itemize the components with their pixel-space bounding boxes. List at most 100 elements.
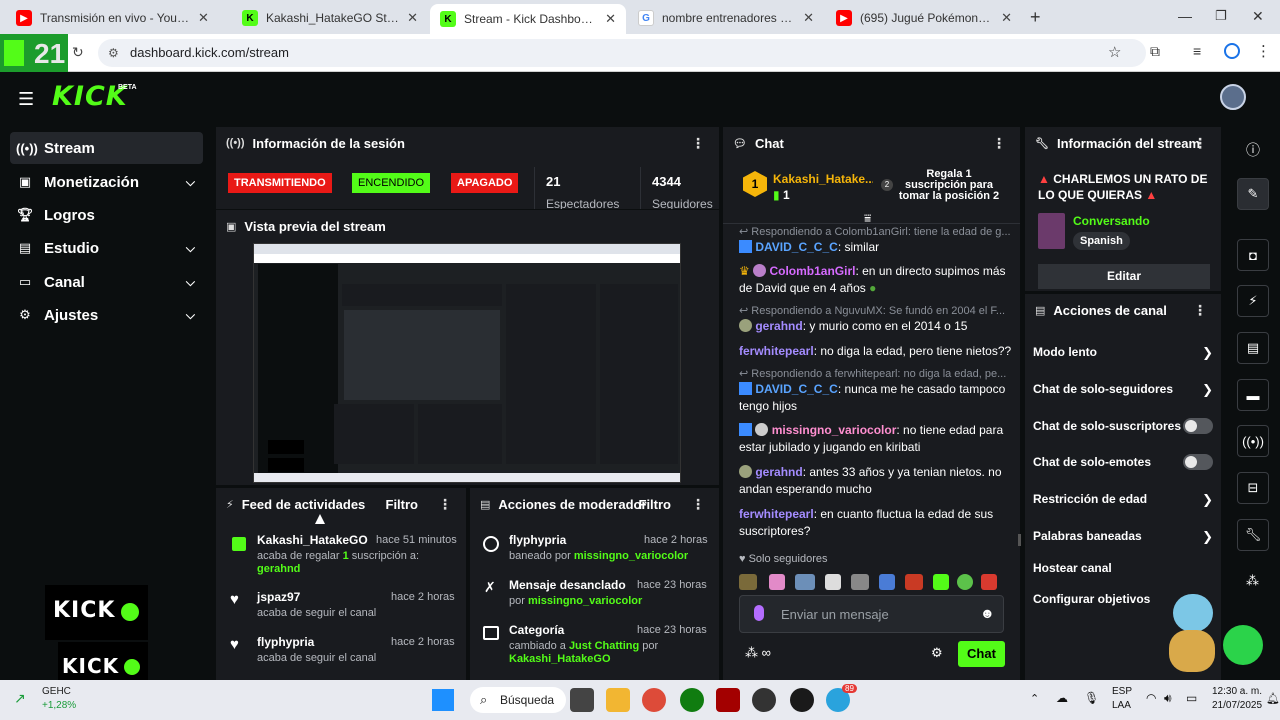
feed-user[interactable]: flyphypria <box>257 635 314 649</box>
edit-pencil-icon[interactable]: ✎ <box>1237 178 1269 210</box>
notes-icon[interactable]: ▤ <box>1237 332 1269 364</box>
action-host-channel[interactable]: Hostear canal <box>1033 561 1213 575</box>
more-options-icon[interactable]: ⋮ <box>691 135 705 152</box>
edit-stream-button[interactable]: Editar <box>1038 264 1210 289</box>
chevron-right-icon: ❯ <box>1202 382 1213 397</box>
notifications-icon[interactable]: 🔔︎ <box>1266 692 1280 705</box>
window-close-button[interactable]: ✕ <box>1252 8 1264 25</box>
subscribers-only-toggle[interactable] <box>1183 418 1213 434</box>
maximize-button[interactable]: ❐ <box>1215 8 1227 24</box>
file-explorer-icon[interactable] <box>606 688 630 712</box>
volume-icon[interactable]: 🔊︎ <box>1164 691 1172 706</box>
app-icon[interactable] <box>752 688 776 712</box>
sidebar-item-stream[interactable]: ((•)) Stream <box>10 132 203 164</box>
battery-icon[interactable]: ▭ <box>1186 691 1197 705</box>
site-info-icon[interactable]: ⚙ <box>108 39 119 67</box>
layout-icon[interactable]: ⊟ <box>1237 472 1269 504</box>
stream-category[interactable]: Conversando <box>1073 214 1150 228</box>
media-player-icon[interactable] <box>790 688 814 712</box>
top-gifter-name[interactable]: Kakashi_Hatake... <box>773 172 873 186</box>
bookmark-star-icon[interactable]: ☆ <box>1108 43 1121 61</box>
microphone-icon[interactable] <box>754 605 764 621</box>
xbox-icon[interactable] <box>680 688 704 712</box>
feed-filter-button[interactable]: Filtro <box>386 497 419 512</box>
feed-target-user[interactable]: gerahnd <box>257 563 300 575</box>
verified-badge-icon <box>739 382 752 395</box>
app-icon[interactable] <box>716 688 740 712</box>
action-followers-only[interactable]: Chat de solo-seguidores ❯ <box>1033 382 1213 397</box>
sidebar-item-studio[interactable]: ▤ Estudio ⌵ <box>10 232 203 264</box>
support-headset-icon[interactable] <box>1223 625 1263 665</box>
stock-name[interactable]: GEHC <box>42 686 71 697</box>
browser-menu-icon[interactable]: ⋮ <box>1256 42 1271 60</box>
more-options-icon[interactable]: ⋮ <box>691 496 705 513</box>
action-slow-mode[interactable]: Modo lento ❯ <box>1033 345 1213 360</box>
chat-scrollbar[interactable] <box>1018 534 1021 546</box>
windows-start-icon[interactable] <box>432 689 454 711</box>
chrome-icon[interactable] <box>642 688 666 712</box>
extensions-icon[interactable]: ⧉ <box>1150 43 1160 60</box>
kick-dashboard: ☰ KICK BETA ((•)) Stream ▣ Monetización … <box>0 72 1280 692</box>
action-age-restriction[interactable]: Restricción de edad ❯ <box>1033 492 1213 507</box>
wrench-icon[interactable]: 🔧︎ <box>1237 519 1269 551</box>
feed-user[interactable]: jspaz97 <box>257 590 300 604</box>
browser-tab-youtube-live[interactable]: ▶ Transmisión en vivo - YouTube St ✕ <box>6 4 226 32</box>
apps-icon[interactable]: ⁂ <box>1246 573 1259 589</box>
gift-prompt[interactable]: Regala 1 suscripción para tomar la posic… <box>895 169 1003 202</box>
emoji-icon[interactable]: ☻ <box>980 605 995 621</box>
browser-tab-youtube[interactable]: ▶ (695) Jugué Pokémon GO en el m ✕ <box>826 4 1022 32</box>
clock-time[interactable]: 12:30 a. m. <box>1212 686 1262 697</box>
more-options-icon[interactable]: ⋮ <box>992 135 1006 152</box>
mod-filter-button[interactable]: Filtro <box>639 497 672 512</box>
hamburger-menu-icon[interactable]: ☰ <box>18 89 34 110</box>
close-icon[interactable]: ✕ <box>605 11 616 27</box>
kick-logo[interactable]: KICK <box>52 81 128 112</box>
avatar[interactable] <box>1220 84 1246 110</box>
more-options-icon[interactable]: ⋮ <box>438 496 452 513</box>
panel-header: ▤ Acciones de canal ⋮ <box>1035 301 1207 319</box>
chat-send-button[interactable]: Chat <box>958 641 1005 667</box>
chat-input[interactable]: Enviar un mensaje ☻ <box>739 595 1004 633</box>
more-options-icon[interactable]: ⋮ <box>1193 135 1207 152</box>
clipboard-icon: ▤ <box>480 498 491 511</box>
mod-action-user[interactable]: Kakashi_HatakeGO <box>509 653 611 665</box>
wifi-icon[interactable]: ◠ <box>1146 691 1156 705</box>
close-icon[interactable]: ✕ <box>803 10 814 26</box>
microphone-icon[interactable]: 🎙︎ <box>1084 691 1099 705</box>
action-banned-words[interactable]: Palabras baneadas ❯ <box>1033 529 1213 544</box>
sidebar-item-achievements[interactable]: 🏆︎ Logros <box>10 199 203 231</box>
taskbar-search[interactable]: ⌕ Búsqueda <box>470 687 566 713</box>
sidebar-item-settings[interactable]: ⚙ Ajustes ⌵ <box>10 299 203 331</box>
minimize-button[interactable]: — <box>1178 8 1192 24</box>
category-thumbnail[interactable] <box>1038 213 1065 249</box>
browser-tab-kick-stream[interactable]: K Kakashi_HatakeGO Stream - Watc ✕ <box>232 4 428 32</box>
media-icon[interactable]: ≡ <box>1193 43 1201 59</box>
stream-preview-video[interactable] <box>253 243 681 483</box>
profile-icon[interactable] <box>1224 43 1240 59</box>
close-icon[interactable]: ✕ <box>1001 10 1012 26</box>
broadcast-icon[interactable]: ((•)) <box>1237 425 1269 457</box>
sidebar-item-channel[interactable]: ▭ Canal ⌵ <box>10 266 203 298</box>
url-field[interactable]: ⚙ dashboard.kick.com/stream <box>98 39 1146 67</box>
info-icon[interactable]: ⓘ <box>1246 140 1260 160</box>
browser-tab-kick-dashboard[interactable]: K Stream - Kick Dashboard ✕ <box>430 4 626 34</box>
chat-tools-icon[interactable]: ⁂ ∞ <box>745 645 771 661</box>
lightning-icon[interactable]: ⚡︎ <box>1237 285 1269 317</box>
task-view-icon[interactable] <box>570 688 594 712</box>
tray-overflow-icon[interactable]: ⌃ <box>1030 692 1039 705</box>
more-options-icon[interactable]: ⋮ <box>1193 302 1207 319</box>
camera-icon[interactable]: ◘ <box>1237 239 1269 271</box>
new-tab-button[interactable]: + <box>1030 7 1041 28</box>
cloud-icon[interactable]: ☁ <box>1056 691 1068 705</box>
emote-bar[interactable] <box>739 572 1005 592</box>
browser-tab-google[interactable]: G nombre entrenadores de eevee ✕ <box>628 4 824 32</box>
chat-icon[interactable]: ▬ <box>1237 379 1269 411</box>
chat-settings-icon[interactable]: ⚙ <box>931 645 943 661</box>
reload-icon[interactable]: ↻ <box>72 44 84 61</box>
feed-user[interactable]: Kakashi_HatakeGO <box>257 533 368 547</box>
close-icon[interactable]: ✕ <box>407 10 418 26</box>
sidebar-item-monetization[interactable]: ▣ Monetización ⌵ <box>10 166 203 198</box>
emotes-only-toggle[interactable] <box>1183 454 1213 470</box>
close-icon[interactable]: ✕ <box>198 10 209 26</box>
language-indicator[interactable]: ESP <box>1112 686 1132 697</box>
